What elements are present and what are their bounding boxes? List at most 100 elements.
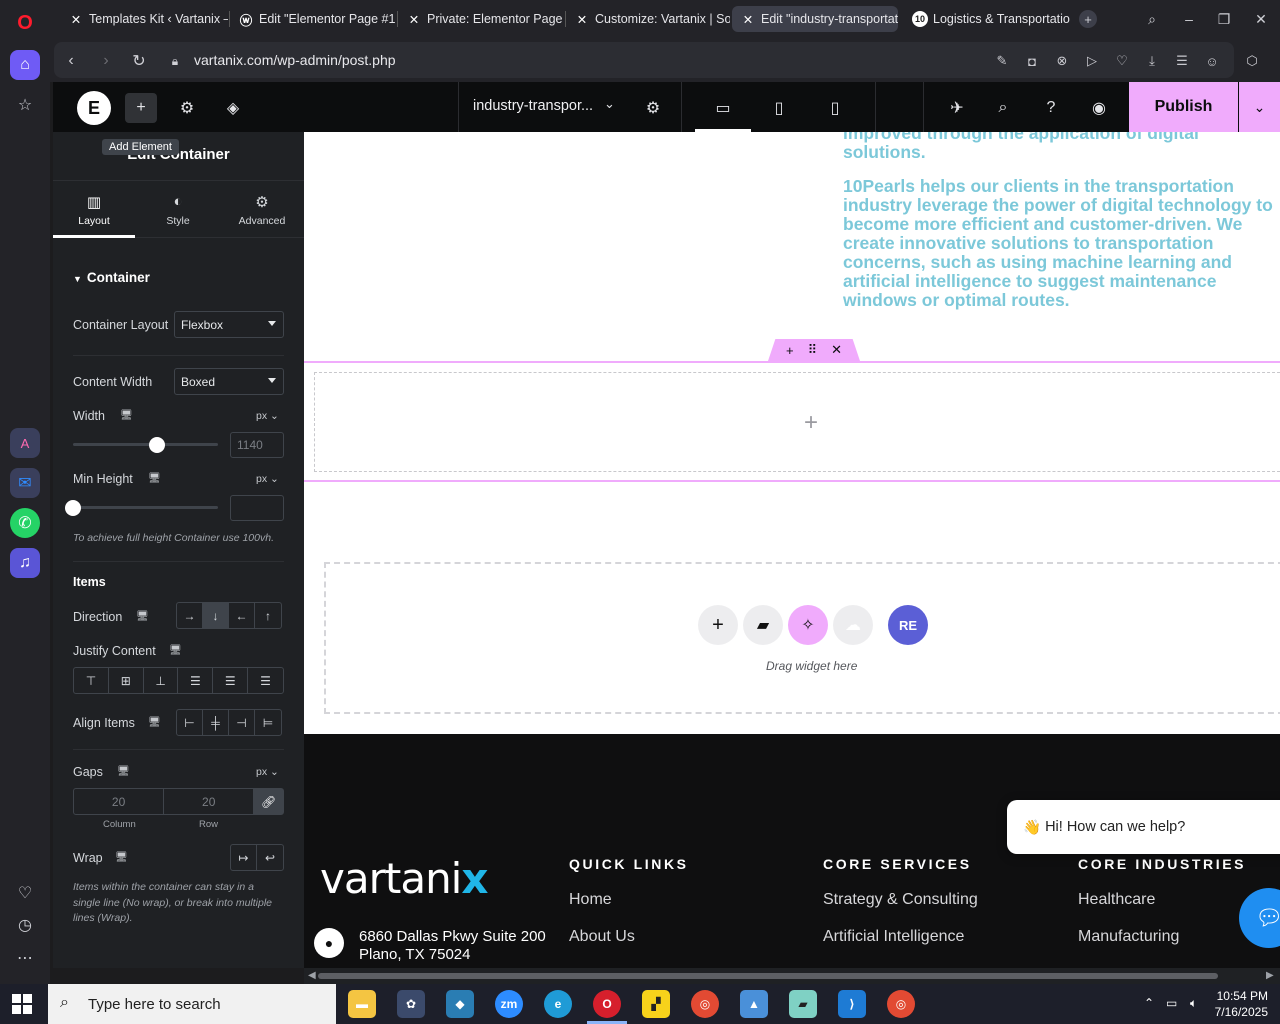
justify-space-evenly-icon[interactable]: ☰ (248, 668, 283, 693)
justify-end-icon[interactable]: ⊥ (144, 668, 179, 693)
preview-eye-icon[interactable]: ◉ (1083, 93, 1115, 123)
star-icon[interactable]: ☆ (10, 90, 40, 120)
page-settings-icon[interactable]: ⚙ (637, 93, 669, 123)
ai-sparkle-icon[interactable]: ✧ (788, 605, 828, 645)
footer-link-strategy[interactable]: Strategy & Consulting (823, 891, 978, 909)
download-icon[interactable]: ⤓ (1143, 52, 1161, 70)
footer-link-home[interactable]: Home (569, 891, 612, 909)
canvas-horizontal-scrollbar[interactable]: ◀ ▶ (304, 968, 1280, 984)
min-height-slider-track[interactable] (73, 506, 218, 509)
zoom-icon[interactable]: zm (495, 990, 523, 1018)
publish-options-icon[interactable]: ⌄ (1239, 82, 1280, 132)
close-window-icon[interactable]: ✕ (1250, 8, 1272, 30)
file-explorer-icon[interactable]: ▬ (348, 990, 376, 1018)
tab-edit-elementor-page[interactable]: ⓦ Edit "Elementor Page #10 (230, 6, 396, 32)
gap-row-input[interactable]: 20 (164, 789, 255, 814)
app-icon[interactable]: ▰ (789, 990, 817, 1018)
back-icon[interactable]: ‹ (62, 52, 80, 70)
responsive-desktop-icon[interactable]: 🖥︎ (115, 852, 128, 863)
add-container-icon[interactable]: + (786, 343, 794, 358)
sticky-notes-icon[interactable]: ▞ (642, 990, 670, 1018)
chevron-down-icon[interactable]: ⌄ (604, 96, 615, 112)
width-slider-handle[interactable] (149, 437, 166, 453)
footer-link-about[interactable]: About Us (569, 928, 635, 946)
extensions-icon[interactable]: ⬡ (1243, 52, 1261, 70)
empty-inner-container[interactable] (314, 372, 1280, 472)
tab-style[interactable]: ◐ Style (137, 181, 219, 238)
tablet-device-icon[interactable]: ▯ (763, 93, 795, 123)
direction-row-reverse-icon[interactable]: ← (229, 603, 255, 628)
reload-icon[interactable]: ↻ (130, 52, 148, 70)
history-icon[interactable]: ◷ (10, 910, 40, 940)
container-section-toggle[interactable]: ▼ Container (73, 270, 150, 285)
footer-link-manufacturing[interactable]: Manufacturing (1078, 928, 1179, 946)
taskbar-search-box[interactable]: ⌕ Type here to search (48, 984, 336, 1024)
content-width-select[interactable]: Boxed (174, 368, 284, 395)
photos-icon[interactable]: ▲ (740, 990, 768, 1018)
mobile-device-icon[interactable]: ▯ (819, 93, 851, 123)
scroll-left-icon[interactable]: ◀ (308, 970, 316, 981)
tab-edit-industry-transportation[interactable]: ✕ Edit "industry-transportati (732, 6, 898, 32)
search-tabs-icon[interactable]: ⌕ (1141, 8, 1163, 30)
heart-icon[interactable]: ♡ (10, 878, 40, 908)
royal-elementor-icon[interactable]: RE (888, 605, 928, 645)
home-icon[interactable]: ⌂ (10, 50, 40, 80)
justify-center-icon[interactable]: ⊞ (109, 668, 144, 693)
chrome-icon[interactable]: ◎ (691, 990, 719, 1018)
align-end-icon[interactable]: ⊣ (229, 710, 255, 735)
gaps-unit-select[interactable]: px ⌄ (256, 766, 279, 778)
music-icon[interactable]: ♫ (10, 548, 40, 578)
responsive-desktop-icon[interactable]: 🖥︎ (117, 766, 130, 777)
text-editor-widget[interactable]: 10Pearls helps our clients in the transp… (843, 177, 1280, 310)
address-bar[interactable]: ‹ › ↻ 🔒︎ vartanix.com/wp-admin/post.php … (54, 42, 1234, 78)
cloud-kit-icon[interactable]: ☁ (833, 605, 873, 645)
tray-chevron-icon[interactable]: ⌃ (1144, 996, 1154, 1010)
direction-row-icon[interactable]: → (177, 603, 203, 628)
gap-column-input[interactable]: 20 (74, 789, 165, 814)
add-section-icon[interactable]: + (698, 605, 738, 645)
tab-templates-kit[interactable]: ✕ Templates Kit ‹ Vartanix — (60, 6, 228, 32)
min-height-input[interactable] (230, 495, 284, 521)
lock-icon[interactable]: 🔒︎ (166, 52, 184, 70)
page-name-dropdown[interactable]: industry-transpor... (473, 98, 593, 114)
direction-column-icon[interactable]: ↓ (203, 603, 229, 628)
whatsapp-icon[interactable]: ✆ (10, 508, 40, 538)
justify-start-icon[interactable]: ⊤ (74, 668, 109, 693)
structure-layers-icon[interactable]: ◈ (217, 93, 249, 123)
add-element-icon[interactable]: + (125, 93, 157, 123)
publish-button[interactable]: Publish (1129, 82, 1238, 132)
favorite-icon[interactable]: ♡ (1113, 52, 1131, 70)
profile-icon[interactable]: ☺ (1203, 52, 1221, 70)
url-text[interactable]: vartanix.com/wp-admin/post.php (194, 52, 396, 68)
scroll-right-icon[interactable]: ▶ (1266, 970, 1274, 981)
align-center-icon[interactable]: ╪ (203, 710, 229, 735)
tab-logistics-transportation[interactable]: 10 Logistics & Transportation (904, 6, 1070, 32)
link-icon[interactable]: 🔗︎ (254, 789, 283, 814)
messenger-icon[interactable]: ✉ (10, 468, 40, 498)
restore-icon[interactable]: ❐ (1213, 8, 1235, 30)
volume-icon[interactable]: 🔈︎ (1190, 996, 1197, 1011)
tab-customize-vartanix[interactable]: ✕ Customize: Vartanix | Soft (566, 6, 730, 32)
no-wrap-icon[interactable]: ↦ (231, 845, 257, 870)
share-icon[interactable]: ✎ (993, 52, 1011, 70)
container-layout-select[interactable]: Flexbox (174, 311, 284, 338)
text-editor-widget-top[interactable]: improved through the application of digi… (843, 132, 1280, 162)
width-input[interactable]: 1140 (230, 432, 284, 458)
width-unit-select[interactable]: px ⌄ (256, 410, 279, 422)
easy-setup-icon[interactable]: ☰ (1173, 52, 1191, 70)
responsive-desktop-icon[interactable]: 🖥︎ (169, 645, 182, 656)
drag-handle-icon[interactable]: ⠿ (808, 342, 818, 358)
justify-space-around-icon[interactable]: ☰ (213, 668, 249, 693)
tab-advanced[interactable]: ⚙ Advanced (221, 181, 303, 238)
more-icon[interactable]: ⋯ (10, 943, 40, 973)
responsive-desktop-icon[interactable]: 🖥︎ (148, 473, 161, 484)
edge-icon[interactable]: e (544, 990, 572, 1018)
site-settings-icon[interactable]: ⚙ (171, 93, 203, 123)
justify-space-between-icon[interactable]: ☰ (178, 668, 214, 693)
minimize-icon[interactable]: – (1178, 8, 1200, 30)
forward-icon[interactable]: › (97, 52, 115, 70)
align-start-icon[interactable]: ⊢ (177, 710, 203, 735)
elementor-logo-icon[interactable]: E (77, 91, 111, 125)
vscode-icon[interactable]: ⟩ (838, 990, 866, 1018)
chrome-icon[interactable]: ◎ (887, 990, 915, 1018)
